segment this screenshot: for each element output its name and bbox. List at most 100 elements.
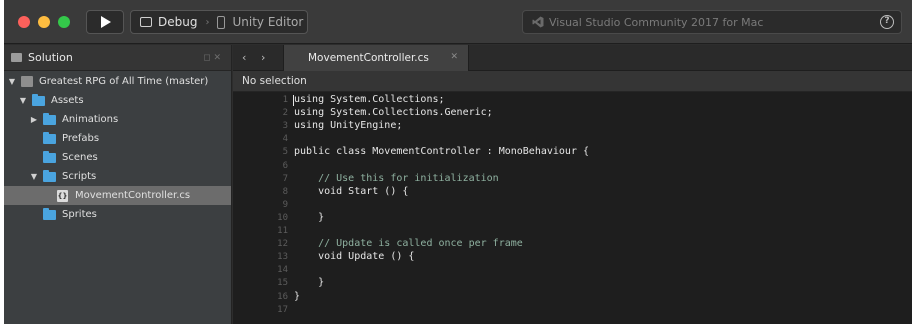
- device-label: Unity Editor: [232, 15, 304, 29]
- line-number: 9: [282, 199, 288, 210]
- code-line[interactable]: 13 void Update () {: [233, 251, 912, 264]
- tree-item-label: Scripts: [62, 171, 97, 182]
- code-line[interactable]: 3 using UnityEngine;: [233, 120, 912, 133]
- code-text: using System.Collections.Generic;: [294, 107, 493, 119]
- tree-item-label: Prefabs: [62, 133, 100, 144]
- device-icon: [217, 15, 226, 29]
- line-number: 7: [282, 173, 288, 184]
- status-text: Visual Studio Community 2017 for Mac: [549, 16, 764, 29]
- csharp-file-icon: {}: [57, 189, 68, 202]
- chevron-down-icon[interactable]: ▼: [18, 96, 28, 105]
- configuration-icon: [140, 17, 152, 27]
- chevron-down-icon[interactable]: ▼: [7, 77, 17, 86]
- run-button[interactable]: [86, 10, 124, 34]
- text-caret: [293, 95, 294, 106]
- code-line[interactable]: 9: [233, 199, 912, 212]
- navigate-back-icon[interactable]: ‹: [242, 51, 246, 64]
- code-line[interactable]: 7 // Use this for initialization: [233, 173, 912, 186]
- tree-item-scenes[interactable]: Scenes: [4, 148, 231, 167]
- tree-item-prefabs[interactable]: Prefabs: [4, 129, 231, 148]
- tree-item-solution[interactable]: ▼ Greatest RPG of All Time (master): [4, 72, 231, 91]
- code-line[interactable]: 6: [233, 160, 912, 173]
- code-text: using UnityEngine;: [294, 120, 403, 132]
- line-number: 12: [277, 239, 288, 250]
- chevron-right-icon: ›: [205, 16, 210, 28]
- tree-item-movementcontroller[interactable]: {} MovementController.cs: [4, 186, 231, 205]
- line-number: 3: [282, 121, 288, 132]
- code-line[interactable]: 1 using System.Collections;: [233, 94, 912, 107]
- folder-icon: [32, 93, 45, 106]
- pad-controls-icon[interactable]: ◻ ✕: [203, 53, 221, 63]
- line-number: 15: [277, 278, 288, 289]
- folder-icon: [43, 207, 56, 220]
- line-number: 4: [282, 134, 288, 145]
- tree-item-label: Assets: [51, 95, 84, 106]
- code-text: }: [294, 290, 301, 302]
- line-number: 6: [282, 160, 288, 171]
- code-line[interactable]: 15 }: [233, 277, 912, 290]
- code-line[interactable]: 16}: [233, 291, 912, 304]
- code-text: using System.Collections;: [294, 94, 445, 105]
- tree-item-animations[interactable]: ▶ Animations: [4, 110, 231, 129]
- line-number: 11: [277, 226, 288, 236]
- line-number: 8: [282, 186, 288, 197]
- code-text: }: [294, 277, 325, 289]
- solution-tree: ▼ Greatest RPG of All Time (master) ▼ As…: [4, 72, 231, 224]
- line-number: 16: [277, 291, 288, 302]
- tree-item-sprites[interactable]: Sprites: [4, 205, 231, 224]
- line-number: 13: [277, 252, 288, 263]
- code-text: public class MovementController : MonoBe…: [294, 146, 590, 158]
- line-number: 17: [277, 304, 288, 315]
- solution-pad: Solution ◻ ✕ ▼ Greatest RPG of All Time …: [4, 45, 232, 324]
- code-comment: // Use this for initialization: [294, 172, 499, 184]
- solution-pad-header: Solution ◻ ✕: [4, 45, 231, 71]
- status-bar: Visual Studio Community 2017 for Mac ?: [522, 10, 902, 34]
- solution-node-icon: [21, 76, 33, 87]
- folder-icon: [43, 131, 56, 144]
- tree-item-scripts[interactable]: ▼ Scripts: [4, 167, 231, 186]
- line-number: 1: [282, 95, 288, 105]
- chevron-down-icon[interactable]: ▼: [29, 172, 39, 181]
- line-number: 2: [282, 108, 288, 119]
- tree-item-label: Scenes: [62, 152, 98, 163]
- tree-item-label: Sprites: [62, 209, 97, 220]
- close-window-button[interactable]: [18, 16, 30, 28]
- play-icon: [101, 16, 111, 28]
- code-line[interactable]: 14: [233, 264, 912, 277]
- code-line[interactable]: 11: [233, 225, 912, 238]
- code-text: }: [294, 211, 325, 223]
- minimize-window-button[interactable]: [38, 16, 50, 28]
- line-number: 14: [277, 265, 288, 276]
- solution-pad-title: Solution: [28, 51, 73, 64]
- editor-tab-bar: ‹ › MovementController.cs ✕: [233, 45, 912, 71]
- navigate-forward-icon[interactable]: ›: [261, 51, 265, 64]
- chevron-right-icon[interactable]: ▶: [29, 115, 39, 124]
- zoom-window-button[interactable]: [58, 16, 70, 28]
- code-editor[interactable]: 1 using System.Collections; 2 using System.…: [233, 92, 912, 324]
- code-line[interactable]: 17: [233, 304, 912, 317]
- code-line[interactable]: 10 }: [233, 212, 912, 225]
- visual-studio-icon: [532, 16, 544, 28]
- code-line[interactable]: 2 using System.Collections.Generic;: [233, 107, 912, 120]
- code-line[interactable]: 8 void Start () {: [233, 186, 912, 199]
- configuration-label: Debug: [158, 15, 198, 29]
- breadcrumb[interactable]: No selection: [233, 71, 912, 92]
- tab-label: MovementController.cs: [308, 52, 429, 64]
- folder-icon: [43, 112, 56, 125]
- code-comment: // Update is called once per frame: [294, 238, 523, 250]
- code-line[interactable]: 5 public class MovementController : MonoB…: [233, 146, 912, 159]
- code-line[interactable]: 4: [233, 133, 912, 146]
- ide-window: Debug › Unity Editor Visual Studio Commu…: [4, 0, 912, 324]
- close-tab-icon[interactable]: ✕: [450, 52, 458, 62]
- tree-item-assets[interactable]: ▼ Assets: [4, 91, 231, 110]
- tab-movementcontroller[interactable]: MovementController.cs ✕: [283, 45, 469, 71]
- tree-item-label: MovementController.cs: [75, 190, 191, 201]
- line-number: 10: [277, 212, 288, 223]
- tree-item-label: Animations: [62, 114, 119, 125]
- code-text: void Update () {: [294, 251, 415, 263]
- info-icon[interactable]: ?: [880, 15, 894, 29]
- code-line[interactable]: 12 // Update is called once per frame: [233, 238, 912, 251]
- line-number: 5: [282, 147, 288, 158]
- run-configuration-selector[interactable]: Debug › Unity Editor: [130, 10, 308, 34]
- code-text: void Start () {: [294, 185, 409, 197]
